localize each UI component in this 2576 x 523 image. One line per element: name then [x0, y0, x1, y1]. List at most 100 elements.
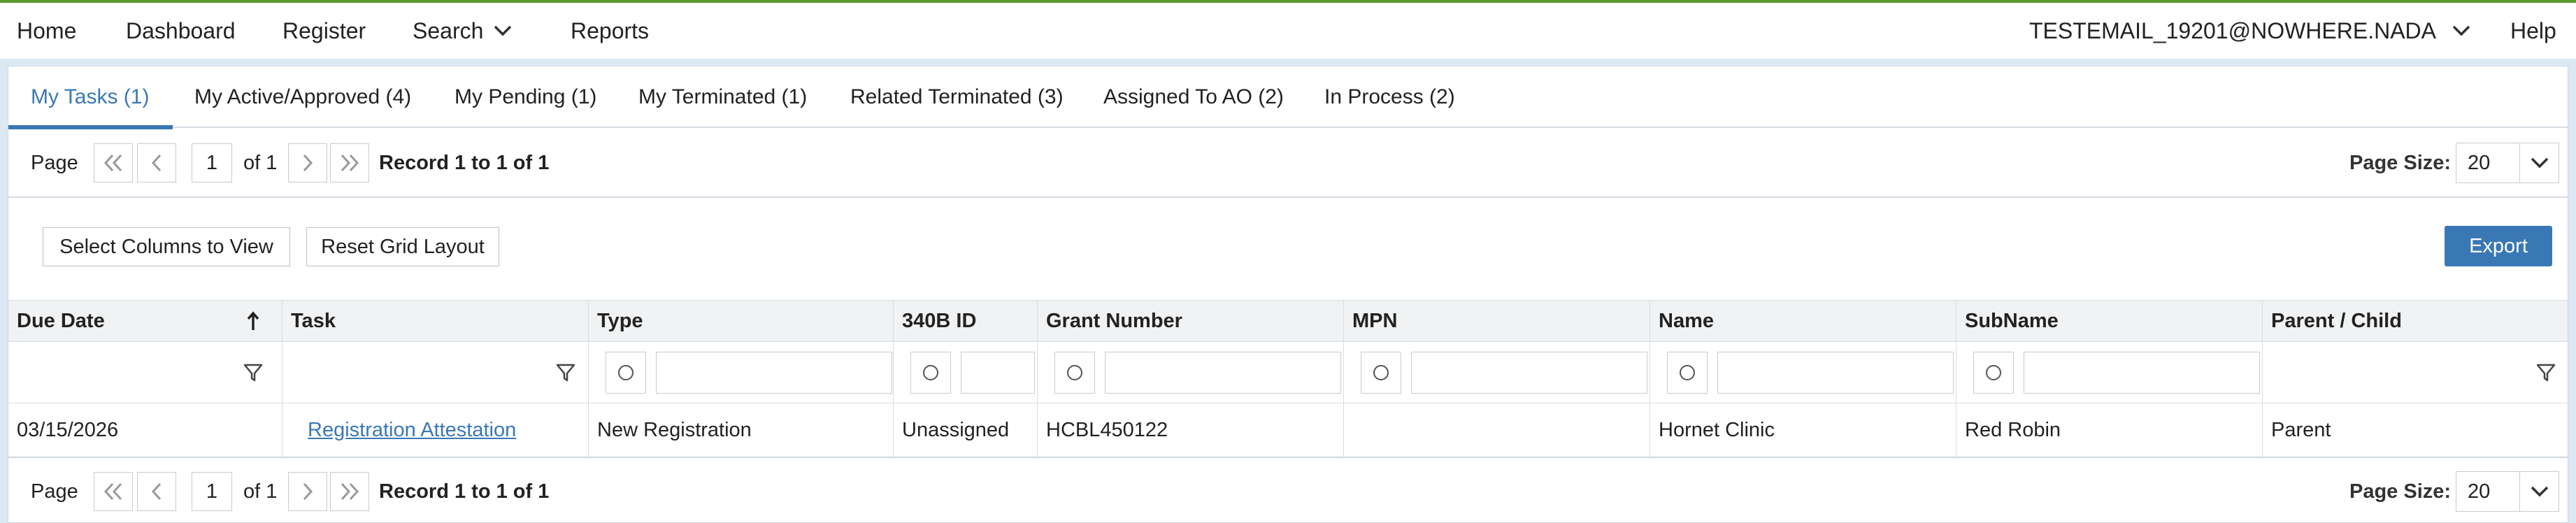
nav-reports[interactable]: Reports: [571, 3, 649, 59]
tasks-grid: Due Date Task Type 340B ID Grant Number …: [8, 300, 2568, 458]
cell-name: Hornet Clinic: [1650, 403, 1956, 457]
page-label: Page: [31, 151, 78, 174]
filter-operator-radio[interactable]: [1667, 352, 1708, 394]
circle-icon: [1680, 365, 1695, 380]
filter-cell-340b-id: [894, 342, 1038, 403]
circle-icon: [923, 365, 938, 380]
select-columns-button[interactable]: Select Columns to View: [43, 227, 290, 266]
tasks-panel: My Tasks (1) My Active/Approved (4) My P…: [8, 66, 2568, 523]
grid-toolbar: Select Columns to View Reset Grid Layout…: [8, 196, 2568, 300]
chevron-down-icon: [2452, 25, 2470, 36]
cell-type: New Registration: [589, 403, 894, 457]
tab-my-terminated[interactable]: My Terminated (1): [638, 66, 807, 128]
filter-operator-radio[interactable]: [606, 352, 646, 394]
tab-assigned-to-ao[interactable]: Assigned To AO (2): [1103, 66, 1284, 128]
cell-due-date: 03/15/2026: [8, 403, 282, 457]
tab-my-active-approved[interactable]: My Active/Approved (4): [194, 66, 411, 128]
chevron-down-icon: [2531, 486, 2548, 497]
nav-help[interactable]: Help: [2510, 3, 2556, 59]
tab-my-pending[interactable]: My Pending (1): [455, 66, 596, 128]
page-of-label: of 1: [243, 151, 278, 174]
filter-cell-grant-number: [1038, 342, 1344, 403]
page-size-select[interactable]: 20: [2456, 143, 2559, 183]
task-link[interactable]: Registration Attestation: [308, 419, 516, 442]
user-email: TESTEMAIL_19201@NOWHERE.NADA: [2029, 17, 2436, 43]
page-size-dropdown-toggle[interactable]: [2519, 143, 2559, 182]
filter-input-name[interactable]: [1717, 352, 1954, 394]
filter-input-type[interactable]: [656, 352, 892, 394]
filter-operator-radio[interactable]: [1361, 352, 1401, 394]
table-row: 03/15/2026 Registration Attestation New …: [8, 403, 2568, 458]
filter-cell-subname: [1956, 342, 2263, 403]
reset-grid-layout-button[interactable]: Reset Grid Layout: [306, 227, 499, 266]
filter-input-subname[interactable]: [2024, 352, 2260, 394]
page-number-input[interactable]: 1: [192, 143, 232, 182]
top-navbar: Home Dashboard Register Search Reports T…: [0, 3, 2576, 59]
double-chevron-left-icon: [103, 482, 122, 501]
filter-input-340b-id[interactable]: [961, 352, 1035, 394]
page-size-select[interactable]: 20: [2456, 471, 2559, 512]
nav-register[interactable]: Register: [282, 3, 366, 59]
circle-icon: [618, 365, 634, 380]
funnel-icon: [2536, 364, 2556, 381]
double-chevron-right-icon: [341, 482, 359, 501]
page-number-input[interactable]: 1: [192, 472, 232, 511]
column-header-due-date[interactable]: Due Date: [8, 301, 282, 341]
column-header-type[interactable]: Type: [589, 301, 894, 341]
filter-operator-radio[interactable]: [1973, 352, 2014, 394]
export-button[interactable]: Export: [2445, 226, 2552, 266]
cell-parent-child: Parent: [2271, 418, 2331, 441]
first-page-button[interactable]: [94, 143, 133, 182]
page-of-label: of 1: [243, 480, 278, 503]
pager-bottom: Page 1 of 1 Record 1 to 1 of 1 Page Size…: [8, 459, 2568, 523]
tab-my-tasks[interactable]: My Tasks (1): [8, 66, 174, 129]
page-size-dropdown-toggle[interactable]: [2519, 472, 2559, 511]
next-page-button[interactable]: [288, 143, 327, 182]
last-page-button[interactable]: [330, 143, 369, 182]
chevron-down-icon: [494, 25, 512, 36]
column-header-grant-number[interactable]: Grant Number: [1038, 301, 1344, 341]
filter-icon[interactable]: [243, 342, 264, 403]
column-header-task[interactable]: Task: [282, 301, 589, 341]
funnel-icon: [556, 364, 575, 381]
nav-dashboard[interactable]: Dashboard: [126, 3, 236, 59]
filter-cell-task: [282, 342, 589, 403]
filter-input-grant-number[interactable]: [1105, 352, 1341, 394]
column-header-340b-id[interactable]: 340B ID: [894, 301, 1038, 341]
nav-search[interactable]: Search: [413, 3, 513, 59]
column-header-mpn[interactable]: MPN: [1344, 301, 1650, 341]
nav-search-label: Search: [413, 17, 484, 43]
page-size-value: 20: [2468, 151, 2491, 174]
column-header-name[interactable]: Name: [1650, 301, 1956, 341]
tab-related-terminated[interactable]: Related Terminated (3): [850, 66, 1064, 128]
tab-in-process[interactable]: In Process (2): [1324, 66, 1455, 128]
filter-icon[interactable]: [555, 342, 576, 403]
double-chevron-left-icon: [103, 154, 122, 172]
page-size-label: Page Size:: [2349, 151, 2452, 174]
cell-mpn: [1344, 403, 1650, 457]
column-header-subname[interactable]: SubName: [1956, 301, 2263, 341]
prev-page-button[interactable]: [137, 472, 176, 511]
column-header-parent-child[interactable]: Parent / Child: [2263, 301, 2568, 341]
pager-top: Page 1 of 1 Record 1 to 1 of 1 Page Size…: [8, 131, 2568, 195]
chevron-right-icon: [303, 482, 313, 501]
page-size-label: Page Size:: [2349, 480, 2452, 503]
cell-task: Registration Attestation: [282, 403, 589, 457]
prev-page-button[interactable]: [137, 143, 176, 182]
chevron-left-icon: [151, 482, 162, 501]
last-page-button[interactable]: [330, 472, 369, 511]
page-size-value: 20: [2468, 480, 2491, 503]
filter-operator-radio[interactable]: [910, 352, 951, 394]
filter-icon[interactable]: [2535, 342, 2556, 403]
nav-home[interactable]: Home: [17, 3, 76, 59]
first-page-button[interactable]: [94, 472, 133, 511]
chevron-left-icon: [151, 154, 162, 172]
user-menu[interactable]: TESTEMAIL_19201@NOWHERE.NADA: [2029, 3, 2471, 59]
circle-icon: [1986, 365, 2001, 380]
next-page-button[interactable]: [288, 472, 327, 511]
filter-operator-radio[interactable]: [1054, 352, 1095, 394]
filter-input-mpn[interactable]: [1411, 352, 1647, 394]
cell-subname: Red Robin: [1956, 403, 2263, 457]
filter-cell-name: [1650, 342, 1956, 403]
cell-340b-id: Unassigned: [894, 403, 1038, 457]
